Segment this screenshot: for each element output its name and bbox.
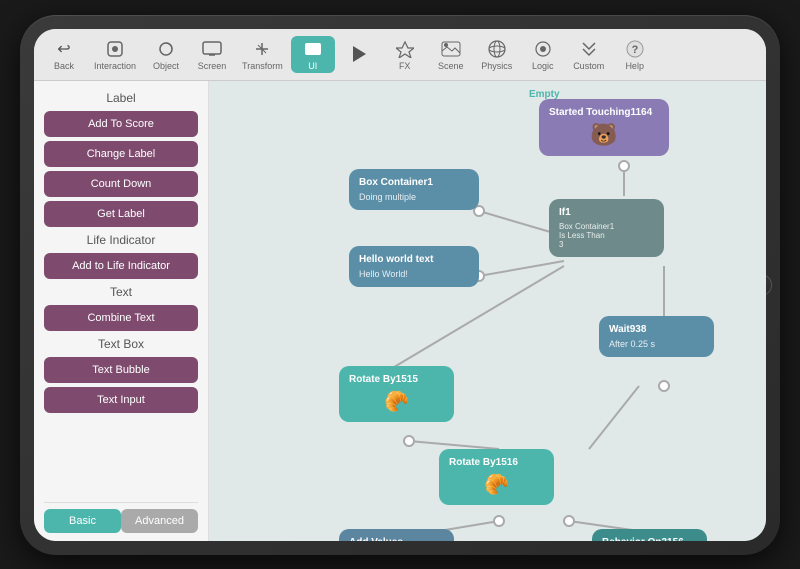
- custom-icon: [578, 38, 600, 60]
- empty-label: Empty: [529, 89, 560, 100]
- back-label: Back: [54, 61, 74, 71]
- fx-icon: [394, 38, 416, 60]
- help-label: Help: [625, 61, 644, 71]
- help-icon: ?: [624, 38, 646, 60]
- interaction-icon: [104, 38, 126, 60]
- interaction-label: Interaction: [94, 61, 136, 71]
- text-bubble-button[interactable]: Text Bubble: [44, 357, 198, 383]
- tab-basic[interactable]: Basic: [44, 509, 121, 533]
- screen-icon: [201, 38, 223, 60]
- combine-text-button[interactable]: Combine Text: [44, 305, 198, 331]
- node-add-values[interactable]: Add Values Box Container1after: [339, 529, 454, 541]
- node-rotate1515-title: Rotate By1515: [349, 374, 444, 385]
- textbox-section-heading: Text Box: [44, 335, 198, 353]
- play-icon: [348, 43, 370, 65]
- add-to-life-indicator-button[interactable]: Add to Life Indicator: [44, 253, 198, 279]
- main-area: Label Add To Score Change Label Count Do…: [34, 81, 766, 541]
- toolbar-physics[interactable]: Physics: [475, 36, 519, 73]
- life-indicator-section-heading: Life Indicator: [44, 231, 198, 249]
- canvas-area[interactable]: Empty Started Touching1164 🐻 Box Contain…: [209, 81, 766, 541]
- node-box-container1-body: Doing multiple: [359, 192, 469, 202]
- ui-icon: [302, 38, 324, 60]
- tab-advanced[interactable]: Advanced: [121, 509, 198, 533]
- node-if1[interactable]: If1 Box Container1Is Less Than3: [549, 199, 664, 257]
- physics-label: Physics: [481, 61, 512, 71]
- toolbar: ↩ Back Interaction Object Screen: [34, 29, 766, 81]
- scene-icon: [440, 38, 462, 60]
- physics-icon: [486, 38, 508, 60]
- transform-icon: [251, 38, 273, 60]
- node-rotate1515[interactable]: Rotate By1515 🥐: [339, 366, 454, 422]
- logic-icon: [532, 38, 554, 60]
- toolbar-fx[interactable]: FX: [383, 36, 427, 73]
- screen-label: Screen: [198, 61, 227, 71]
- toolbar-interaction[interactable]: Interaction: [88, 36, 142, 73]
- node-behavior-on[interactable]: Behavior On3156 If1: [592, 529, 707, 541]
- text-section-heading: Text: [44, 283, 198, 301]
- toolbar-screen[interactable]: Screen: [190, 36, 234, 73]
- croissant2-icon: 🥐: [449, 472, 544, 497]
- back-icon: ↩: [53, 38, 75, 60]
- add-to-score-button[interactable]: Add To Score: [44, 111, 198, 137]
- text-input-button[interactable]: Text Input: [44, 387, 198, 413]
- toolbar-object[interactable]: Object: [144, 36, 188, 73]
- node-hello-world-title: Hello world text: [359, 254, 469, 265]
- label-section-heading: Label: [44, 89, 198, 107]
- tablet-screen: ↩ Back Interaction Object Screen: [34, 29, 766, 541]
- toolbar-back[interactable]: ↩ Back: [42, 36, 86, 73]
- sidebar-tabs: Basic Advanced: [44, 502, 198, 533]
- tablet-device: ↩ Back Interaction Object Screen: [20, 15, 780, 555]
- node-box-container1-title: Box Container1: [359, 177, 469, 188]
- node-behavior-on-title: Behavior On3156: [602, 537, 697, 541]
- get-label-button[interactable]: Get Label: [44, 201, 198, 227]
- object-icon: [155, 38, 177, 60]
- toolbar-scene[interactable]: Scene: [429, 36, 473, 73]
- toolbar-ui[interactable]: UI: [291, 36, 335, 73]
- node-started-touching[interactable]: Started Touching1164 🐻: [539, 99, 669, 156]
- node-rotate1516-title: Rotate By1516: [449, 457, 544, 468]
- node-add-values-title: Add Values: [349, 537, 444, 541]
- scene-label: Scene: [438, 61, 464, 71]
- node-if1-title: If1: [559, 207, 654, 218]
- object-label: Object: [153, 61, 179, 71]
- node-hello-world[interactable]: Hello world text Hello World!: [349, 246, 479, 287]
- node-wait938-body: After 0.25 s: [609, 339, 704, 349]
- count-down-button[interactable]: Count Down: [44, 171, 198, 197]
- custom-label: Custom: [573, 61, 604, 71]
- toolbar-logic[interactable]: Logic: [521, 36, 565, 73]
- svg-text:?: ?: [631, 44, 638, 56]
- transform-label: Transform: [242, 61, 283, 71]
- node-started-touching-title: Started Touching1164: [549, 107, 659, 118]
- node-rotate1516[interactable]: Rotate By1516 🥐: [439, 449, 554, 505]
- node-wait938[interactable]: Wait938 After 0.25 s: [599, 316, 714, 357]
- croissant1-icon: 🥐: [349, 389, 444, 414]
- toolbar-transform[interactable]: Transform: [236, 36, 289, 73]
- change-label-button[interactable]: Change Label: [44, 141, 198, 167]
- bear-icon: 🐻: [549, 122, 659, 148]
- toolbar-play[interactable]: [337, 41, 381, 68]
- ui-label: UI: [308, 61, 317, 71]
- sidebar: Label Add To Score Change Label Count Do…: [34, 81, 209, 541]
- node-if1-body: Box Container1Is Less Than3: [559, 222, 654, 249]
- node-wait938-title: Wait938: [609, 324, 704, 335]
- toolbar-custom[interactable]: Custom: [567, 36, 611, 73]
- fx-label: FX: [399, 61, 411, 71]
- toolbar-help[interactable]: ? Help: [613, 36, 657, 73]
- logic-label: Logic: [532, 61, 554, 71]
- node-hello-world-body: Hello World!: [359, 269, 469, 279]
- node-box-container1[interactable]: Box Container1 Doing multiple: [349, 169, 479, 210]
